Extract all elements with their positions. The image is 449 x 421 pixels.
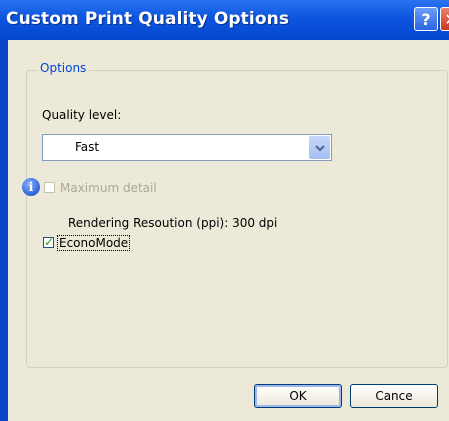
maximum-detail-checkbox[interactable] [44,182,55,193]
rendering-resolution-text: Rendering Resoution (ppi): 300 dpi [68,216,278,230]
economode-label: EconoMode [57,235,131,251]
title-bar[interactable]: Custom Print Quality Options ? ✕ [0,0,449,40]
info-icon: i [22,178,40,196]
dialog-client-area: Options Quality level: Fast i Maximum de… [8,40,449,421]
quality-level-value: Fast [75,140,100,154]
chevron-down-icon[interactable] [309,136,330,159]
maximum-detail-label: Maximum detail [60,181,157,195]
cancel-button[interactable]: Cance [350,384,438,408]
ok-button[interactable]: OK [254,384,342,408]
help-button[interactable]: ? [414,7,438,31]
options-group-label: Options [37,61,90,75]
economode-checkbox[interactable]: ✓ [43,235,55,249]
close-button[interactable]: ✕ [440,7,449,31]
window-title: Custom Print Quality Options [6,9,290,29]
dialog-window: Custom Print Quality Options ? ✕ Options… [0,0,449,421]
quality-level-label: Quality level: [42,108,122,122]
checkmark-icon: ✓ [44,235,55,249]
quality-level-select[interactable]: Fast [42,134,332,161]
